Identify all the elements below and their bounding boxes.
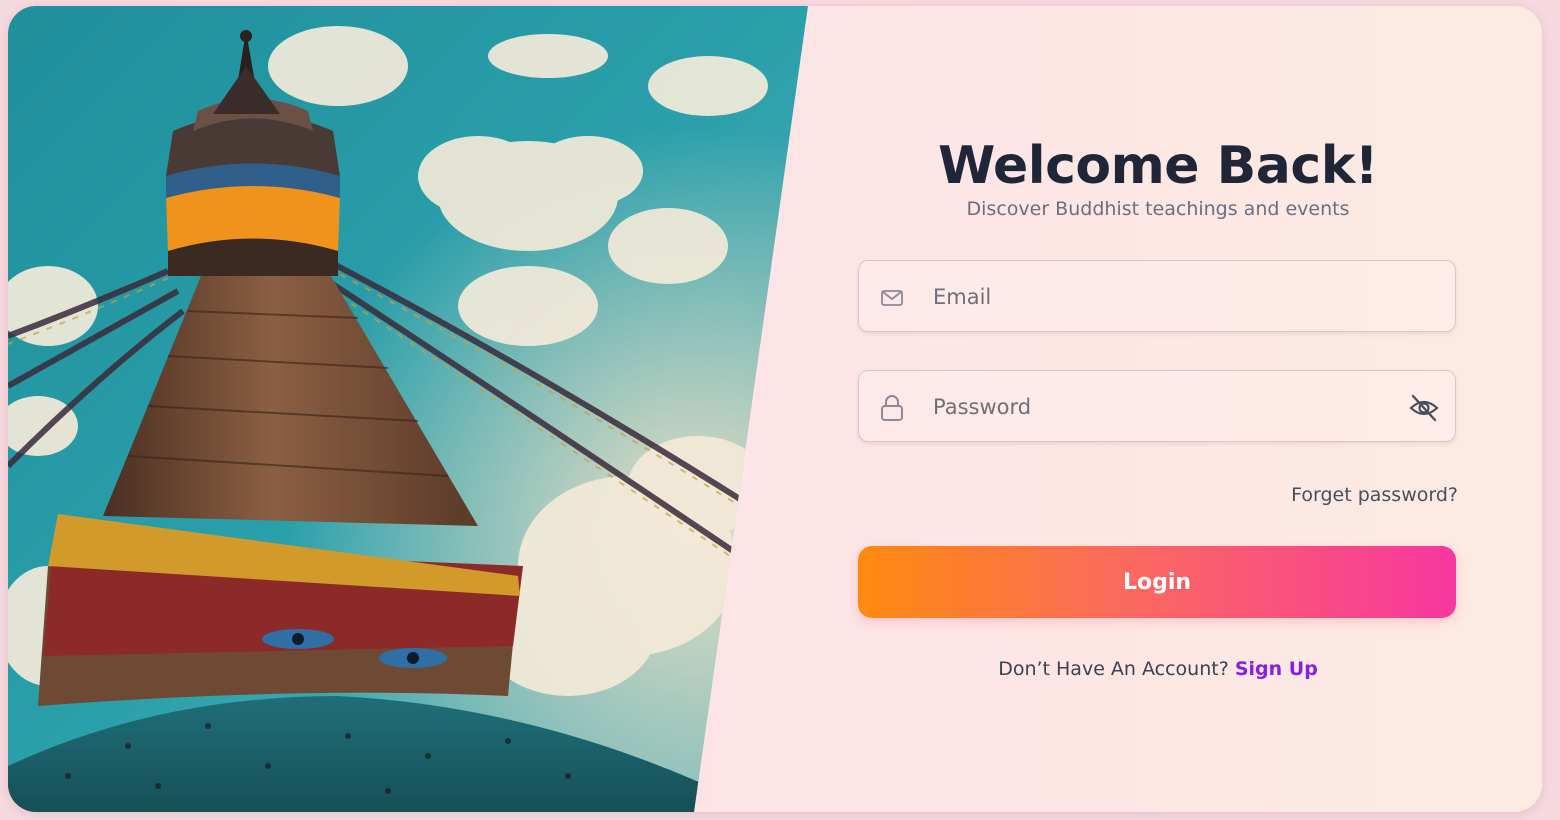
email-field[interactable]: [858, 260, 1456, 333]
password-input[interactable]: [931, 371, 1405, 443]
lock-icon: [881, 395, 903, 421]
signup-prompt: Don’t Have An Account? Sign Up: [858, 658, 1458, 680]
hero-photo: [8, 6, 808, 812]
signup-link[interactable]: Sign Up: [1235, 658, 1318, 680]
login-card: Welcome Back! Discover Buddhist teaching…: [8, 6, 1542, 812]
password-field[interactable]: [858, 370, 1456, 443]
email-input[interactable]: [931, 261, 1405, 333]
login-button[interactable]: Login: [858, 546, 1456, 618]
page-title: Welcome Back!: [937, 136, 1379, 196]
page-subtitle: Discover Buddhist teachings and events: [966, 198, 1350, 220]
stupa-image: [8, 6, 808, 812]
eye-off-icon[interactable]: [1407, 391, 1441, 425]
signup-prompt-text: Don’t Have An Account?: [998, 658, 1229, 680]
login-form: Welcome Back! Discover Buddhist teaching…: [858, 6, 1458, 812]
mail-icon: [881, 290, 903, 306]
forgot-password-link[interactable]: Forget password?: [1291, 484, 1458, 506]
